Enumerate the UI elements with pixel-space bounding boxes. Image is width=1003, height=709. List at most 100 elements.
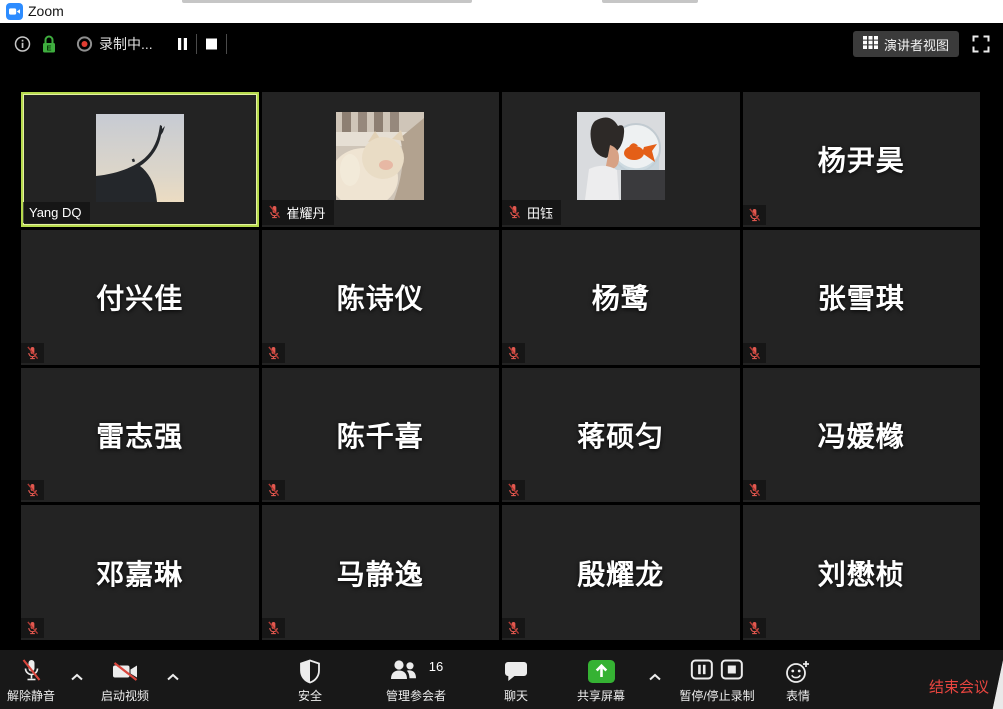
pause-recording-icon[interactable] — [176, 38, 189, 51]
muted-mic-icon — [267, 346, 280, 360]
participant-tile[interactable]: 杨鹭 — [502, 230, 740, 365]
share-options-caret[interactable] — [646, 667, 664, 686]
video-options-caret[interactable] — [164, 667, 182, 686]
divider — [196, 34, 197, 54]
stop-recording-icon[interactable] — [206, 39, 217, 50]
goldfish-avatar — [577, 112, 665, 200]
meeting-toolbar: 解除静音 启动视频 安全 16 管理 — [0, 650, 1003, 709]
participant-tile[interactable]: 崔耀丹 — [262, 92, 500, 227]
manage-participants-button[interactable]: 16 管理参会者 — [386, 656, 446, 704]
participant-name-chip — [21, 618, 44, 638]
reactions-button[interactable]: 表情 — [785, 656, 811, 704]
participant-name: 冯媛橼 — [743, 368, 981, 503]
participant-name-chip — [502, 343, 525, 363]
pause-stop-recording-button[interactable]: 暂停/停止录制 — [679, 656, 754, 704]
pause-stop-recording-label: 暂停/停止录制 — [679, 687, 754, 704]
participant-name: 邓嘉琳 — [21, 505, 259, 640]
participant-name: 蒋硕匀 — [502, 368, 740, 503]
muted-mic-icon — [267, 621, 280, 635]
window-titlebar: Zoom — [0, 0, 1003, 23]
meeting-info-icon[interactable] — [14, 36, 31, 53]
muted-mic-icon — [26, 346, 39, 360]
fullscreen-button[interactable] — [972, 35, 990, 56]
muted-mic-icon — [507, 346, 520, 360]
share-screen-button[interactable]: 共享屏幕 — [577, 656, 625, 704]
participant-name-chip — [262, 343, 285, 363]
participant-name-chip: 崔耀丹 — [262, 200, 334, 225]
participant-tile[interactable]: 田钰 — [502, 92, 740, 227]
participants-icon — [389, 658, 418, 684]
participant-name-chip — [21, 343, 44, 363]
participant-tile[interactable]: 冯媛橼 — [743, 368, 981, 503]
unmute-button[interactable]: 解除静音 — [7, 656, 55, 704]
participant-name-chip — [743, 480, 766, 500]
speaker-view-button[interactable]: 演讲者视图 — [853, 31, 959, 57]
muted-mic-icon — [26, 621, 39, 635]
participant-name-chip — [262, 480, 285, 500]
speaker-view-label: 演讲者视图 — [884, 35, 949, 54]
shield-icon — [299, 656, 321, 686]
participant-name: 张雪琪 — [743, 230, 981, 365]
background-window-edge — [602, 0, 698, 3]
participant-name: 付兴佳 — [21, 230, 259, 365]
recording-status-label: 录制中... — [99, 34, 153, 54]
participant-name-chip — [743, 618, 766, 638]
share-screen-icon — [587, 656, 614, 686]
muted-mic-icon — [508, 205, 521, 219]
participant-tile[interactable]: 刘懋桢 — [743, 505, 981, 640]
muted-mic-icon — [507, 483, 520, 497]
end-meeting-button[interactable]: 结束会议 — [929, 676, 989, 697]
participant-tile[interactable]: 杨尹昊 — [743, 92, 981, 227]
security-button[interactable]: 安全 — [298, 656, 322, 704]
participant-tile[interactable]: Yang DQ — [21, 92, 259, 227]
participant-tile[interactable]: 张雪琪 — [743, 230, 981, 365]
participant-name: 雷志强 — [21, 368, 259, 503]
zoom-app-icon — [6, 3, 23, 20]
start-video-label: 启动视频 — [101, 687, 149, 704]
participant-name: 陈千喜 — [262, 368, 500, 503]
muted-mic-icon — [268, 205, 281, 219]
chat-button[interactable]: 聊天 — [504, 656, 529, 704]
participant-name: 殷耀龙 — [502, 505, 740, 640]
muted-mic-icon — [267, 483, 280, 497]
participant-tile[interactable]: 殷耀龙 — [502, 505, 740, 640]
participant-name-chip: 田钰 — [502, 200, 561, 225]
divider — [226, 34, 227, 54]
unmute-label: 解除静音 — [7, 687, 55, 704]
muted-mic-icon — [26, 483, 39, 497]
mic-muted-icon — [19, 656, 42, 686]
participant-tile[interactable]: 付兴佳 — [21, 230, 259, 365]
participant-tile[interactable]: 雷志强 — [21, 368, 259, 503]
participant-tile[interactable]: 马静逸 — [262, 505, 500, 640]
share-screen-label: 共享屏幕 — [577, 687, 625, 704]
participant-tile[interactable]: 陈诗仪 — [262, 230, 500, 365]
start-video-button[interactable]: 启动视频 — [101, 656, 149, 704]
participant-label: Yang DQ — [29, 205, 82, 220]
camera-muted-icon — [111, 656, 138, 686]
recording-indicator-icon — [76, 36, 93, 53]
participant-label: 田钰 — [527, 203, 553, 222]
meeting-topbar: E 录制中... 演讲者视图 — [0, 23, 1003, 65]
participant-name-chip — [502, 480, 525, 500]
participants-count-badge: 16 — [429, 659, 443, 674]
window-title: Zoom — [28, 3, 64, 19]
participant-name-chip — [743, 343, 766, 363]
muted-mic-icon — [748, 208, 761, 222]
participant-name-chip: Yang DQ — [23, 202, 90, 223]
participant-name-chip — [21, 480, 44, 500]
muted-mic-icon — [507, 621, 520, 635]
reactions-label: 表情 — [786, 687, 810, 704]
muted-mic-icon — [748, 621, 761, 635]
audio-options-caret[interactable] — [68, 667, 86, 686]
pause-recording-icon — [691, 659, 714, 683]
zoom-meeting-window: Zoom E 录制中... 演讲者视图 Yang D — [0, 0, 1003, 709]
svg-text:E: E — [46, 44, 51, 53]
participant-tile[interactable]: 蒋硕匀 — [502, 368, 740, 503]
encryption-lock-icon[interactable]: E — [41, 34, 57, 54]
participant-name-chip — [743, 205, 766, 225]
security-label: 安全 — [298, 687, 322, 704]
participant-tile[interactable]: 邓嘉琳 — [21, 505, 259, 640]
participant-name-chip — [502, 618, 525, 638]
participant-name: 马静逸 — [262, 505, 500, 640]
participant-tile[interactable]: 陈千喜 — [262, 368, 500, 503]
